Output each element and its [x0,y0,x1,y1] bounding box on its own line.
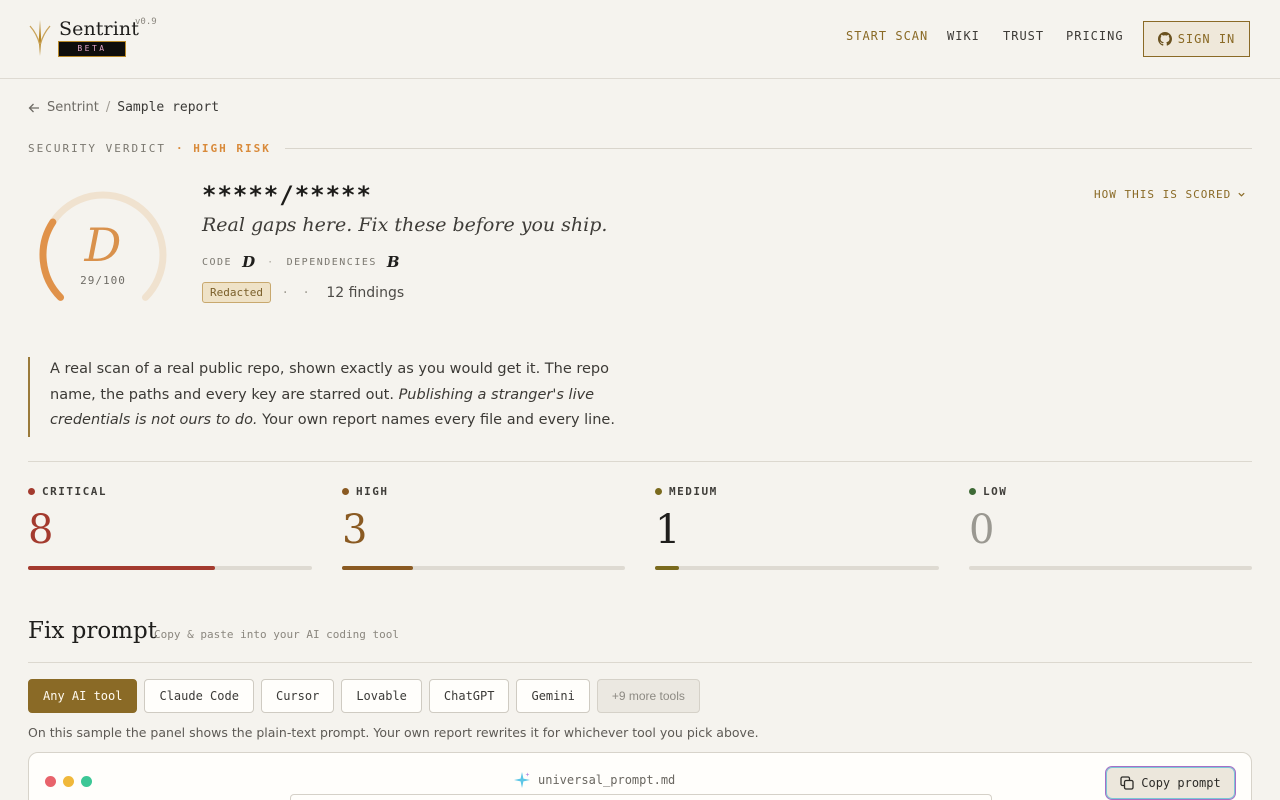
intro-quote: A real scan of a real public repo, shown… [28,357,628,437]
verdict-divider [284,147,1252,149]
tab-claude-code[interactable]: Claude Code [144,679,254,713]
intro-text-end: Your own report names every file and eve… [257,412,615,428]
sign-in-label: SIGN IN [1177,32,1236,46]
brand-name: Sentrint [59,18,139,40]
close-dot [45,776,56,787]
critical-bar [28,566,312,570]
verdict-label: SECURITY VERDICT [28,141,166,155]
breadcrumb: Sentrint / Sample report [28,100,219,115]
stat-label: CRITICAL [42,485,107,498]
low-count: 0 [969,507,995,553]
prompt-file: universal_prompt.md [513,771,675,789]
high-bar [342,566,625,570]
repo-meta: Redacted · · 12 findings [202,282,404,303]
fix-prompt-subtitle: Copy & paste into your AI coding tool [154,628,400,641]
minimize-dot [63,776,74,787]
tab-more-tools[interactable]: +9 more tools [596,679,700,713]
stat-label: LOW [983,485,1008,498]
code-label: CODE [202,256,233,268]
high-count: 3 [342,507,368,553]
tab-lovable[interactable]: Lovable [341,679,422,713]
tab-any-ai-tool[interactable]: Any AI tool [28,679,138,713]
sparkle-icon [514,772,530,788]
medium-bar [655,566,939,570]
nav-wiki[interactable]: WIKI [947,29,980,43]
nav-pricing[interactable]: PRICING [1066,29,1124,43]
medium-count: 1 [655,507,681,553]
github-icon [1157,32,1172,46]
breadcrumb-separator: / [105,100,111,115]
medium-bar-fill [655,566,679,570]
prompt-panel: universal_prompt.md Copy prompt [28,752,1252,800]
section-divider [28,461,1252,462]
brand-logo[interactable]: Sentrint v0.9 BETA [28,16,208,66]
grade-separator: · [267,256,275,268]
tab-cursor[interactable]: Cursor [260,679,335,713]
tab-chatgpt[interactable]: ChatGPT [428,679,510,713]
meta-dots: · · [282,284,315,301]
score-gauge: D 29/100 [28,180,178,320]
tool-tabs: Any AI tool Claude Code Cursor Lovable C… [28,679,700,713]
risk-level: · HIGH RISK [175,141,271,155]
sentrint-logo-icon [29,20,51,56]
stat-medium: MEDIUM 1 [655,485,939,575]
version-label: v0.9 [135,17,157,27]
repo-name: *****/***** [202,181,372,209]
fix-note: On this sample the panel shows the plain… [28,725,759,740]
critical-bar-fill [28,566,216,570]
stat-label: HIGH [356,485,389,498]
critical-count: 8 [28,507,54,553]
score-text: 29/100 [80,274,126,287]
top-bar: Sentrint v0.9 BETA START SCAN WIKI TRUST… [0,0,1280,79]
maximize-dot [81,776,92,787]
how-scored-label: HOW THIS IS SCORED [1094,188,1232,201]
findings-count: 12 findings [326,284,405,301]
redacted-badge: Redacted [202,282,271,303]
sign-in-button[interactable]: SIGN IN [1143,21,1250,57]
low-bar [969,566,1252,570]
medium-dot [655,488,662,495]
prompt-filename: universal_prompt.md [538,773,676,787]
stat-high: HIGH 3 [342,485,626,575]
chevron-down-icon [1238,192,1245,197]
copy-prompt-button[interactable]: Copy prompt [1105,766,1236,800]
breadcrumb-current: Sample report [117,100,220,115]
overall-grade: D [84,218,122,272]
dependencies-label: DEPENDENCIES [286,256,377,268]
stat-critical: CRITICAL 8 [28,485,312,575]
beta-badge: BETA [58,41,126,57]
fix-prompt-title: Fix prompt [28,618,157,644]
stat-label: MEDIUM [669,485,718,498]
code-grade: D [242,253,256,271]
window-controls [45,776,92,787]
breadcrumb-parent[interactable]: Sentrint [47,100,99,115]
sub-grades: CODE D · DEPENDENCIES B [202,253,412,271]
nav-start-scan[interactable]: START SCAN [846,29,928,43]
fix-divider [28,662,1252,663]
low-dot [969,488,976,495]
stat-low: LOW 0 [969,485,1253,575]
nav-trust[interactable]: TRUST [1003,29,1044,43]
dependencies-grade: B [386,253,400,271]
verdict-row: SECURITY VERDICT · HIGH RISK [28,141,1252,155]
copy-prompt-label: Copy prompt [1141,776,1221,790]
critical-dot [28,488,35,495]
copy-icon [1120,776,1134,790]
verdict-tagline: Real gaps here. Fix these before you shi… [202,214,608,236]
arrow-left-icon[interactable] [28,102,40,114]
how-scored-toggle[interactable]: HOW THIS IS SCORED [1094,188,1246,201]
prompt-content[interactable] [290,794,992,800]
high-bar-fill [342,566,413,570]
tab-gemini[interactable]: Gemini [516,679,590,713]
high-dot [342,488,349,495]
